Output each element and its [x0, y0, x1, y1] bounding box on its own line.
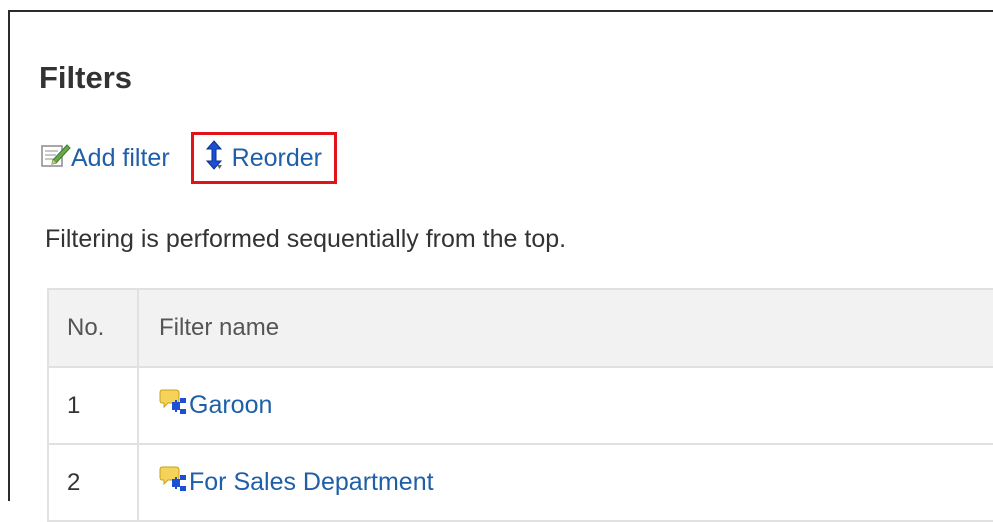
- filter-rule-icon: [159, 388, 189, 423]
- reorder-label: Reorder: [231, 144, 322, 172]
- filter-toolbar: Add filter Reorder: [39, 132, 337, 184]
- edit-note-icon: [41, 142, 71, 175]
- table-header-row: No. Filter name: [47, 288, 993, 368]
- table-row: 2 For Sales Department: [47, 444, 993, 522]
- table-row: 1 Garoon: [47, 367, 993, 445]
- filter-link-for-sales-department[interactable]: For Sales Department: [159, 465, 434, 500]
- filter-order-note: Filtering is performed sequentially from…: [45, 225, 567, 253]
- filter-rule-icon: [159, 465, 189, 500]
- filter-name-label: Garoon: [189, 391, 273, 419]
- reorder-link[interactable]: Reorder: [190, 132, 337, 184]
- row-number: 1: [47, 367, 139, 445]
- filter-name-label: For Sales Department: [189, 468, 434, 496]
- column-header-filter-name: Filter name: [138, 288, 993, 368]
- filter-table: No. Filter name 1 Garoon 2 For Sales Dep…: [47, 288, 993, 522]
- filter-link-garoon[interactable]: Garoon: [159, 388, 272, 423]
- reorder-arrows-icon: [204, 139, 232, 177]
- add-filter-link[interactable]: Add filter: [41, 142, 170, 175]
- content-panel: Filters Add filter Reorder Filtering is …: [8, 10, 993, 522]
- row-number: 2: [47, 444, 139, 522]
- column-header-no: No.: [47, 288, 139, 368]
- page-title: Filters: [39, 60, 133, 95]
- add-filter-label: Add filter: [71, 144, 170, 172]
